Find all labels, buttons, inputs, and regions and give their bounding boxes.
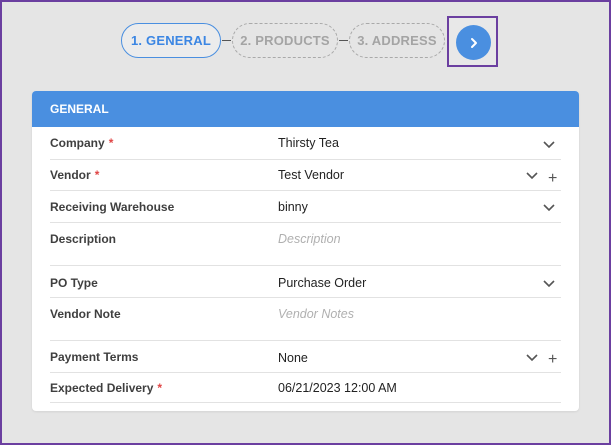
vendor-note-input[interactable]: Vendor Notes xyxy=(278,307,354,321)
field-label: Vendor * xyxy=(50,168,100,182)
description-input[interactable]: Description xyxy=(278,232,341,246)
next-button-highlight xyxy=(447,16,498,67)
vendor-note-field[interactable]: Vendor Note Vendor Notes xyxy=(50,298,561,341)
chevron-down-icon[interactable] xyxy=(543,139,555,149)
warehouse-select[interactable]: binny xyxy=(278,200,308,214)
chevron-right-icon xyxy=(470,37,477,48)
step-connector xyxy=(339,40,348,41)
field-label: Expected Delivery * xyxy=(50,381,163,395)
description-field[interactable]: Description Description xyxy=(50,223,561,266)
field-label: PO Type xyxy=(50,276,98,290)
field-label: Company * xyxy=(50,136,114,150)
expected-delivery-input[interactable]: 06/21/2023 12:00 AM xyxy=(278,381,397,395)
chevron-down-icon[interactable] xyxy=(543,278,555,288)
payment-terms-field[interactable]: Payment Terms None + xyxy=(50,341,561,373)
receiving-warehouse-field[interactable]: Receiving Warehouse binny xyxy=(50,191,561,223)
step-general[interactable]: 1. GENERAL xyxy=(121,23,221,58)
company-select[interactable]: Thirsty Tea xyxy=(278,136,339,150)
payment-terms-select[interactable]: None xyxy=(278,351,308,365)
chevron-down-icon[interactable] xyxy=(543,202,555,212)
add-vendor-icon[interactable]: + xyxy=(548,171,557,187)
company-field[interactable]: Company * Thirsty Tea xyxy=(50,127,561,160)
general-card: GENERAL Company * Thirsty Tea Vendor * Tes… xyxy=(32,91,579,411)
field-label: Description xyxy=(50,232,117,246)
card-header: GENERAL xyxy=(32,91,579,127)
step-products[interactable]: 2. PRODUCTS xyxy=(232,23,338,58)
wizard-stepper: 1. GENERAL 2. PRODUCTS 3. ADDRESS xyxy=(0,23,611,59)
po-type-select[interactable]: Purchase Order xyxy=(278,276,366,290)
field-label: Receiving Warehouse xyxy=(50,200,175,214)
step-connector xyxy=(222,40,231,41)
next-button[interactable] xyxy=(456,25,491,60)
chevron-down-icon[interactable] xyxy=(526,352,538,362)
expected-delivery-field[interactable]: Expected Delivery * 06/21/2023 12:00 AM xyxy=(50,373,561,403)
field-label: Payment Terms xyxy=(50,350,139,364)
vendor-field[interactable]: Vendor * Test Vendor + xyxy=(50,160,561,191)
vendor-select[interactable]: Test Vendor xyxy=(278,168,344,182)
chevron-down-icon[interactable] xyxy=(526,170,538,180)
step-address[interactable]: 3. ADDRESS xyxy=(349,23,445,58)
add-payment-terms-icon[interactable]: + xyxy=(548,352,557,368)
po-type-field[interactable]: PO Type Purchase Order xyxy=(50,266,561,298)
field-label: Vendor Note xyxy=(50,307,121,321)
